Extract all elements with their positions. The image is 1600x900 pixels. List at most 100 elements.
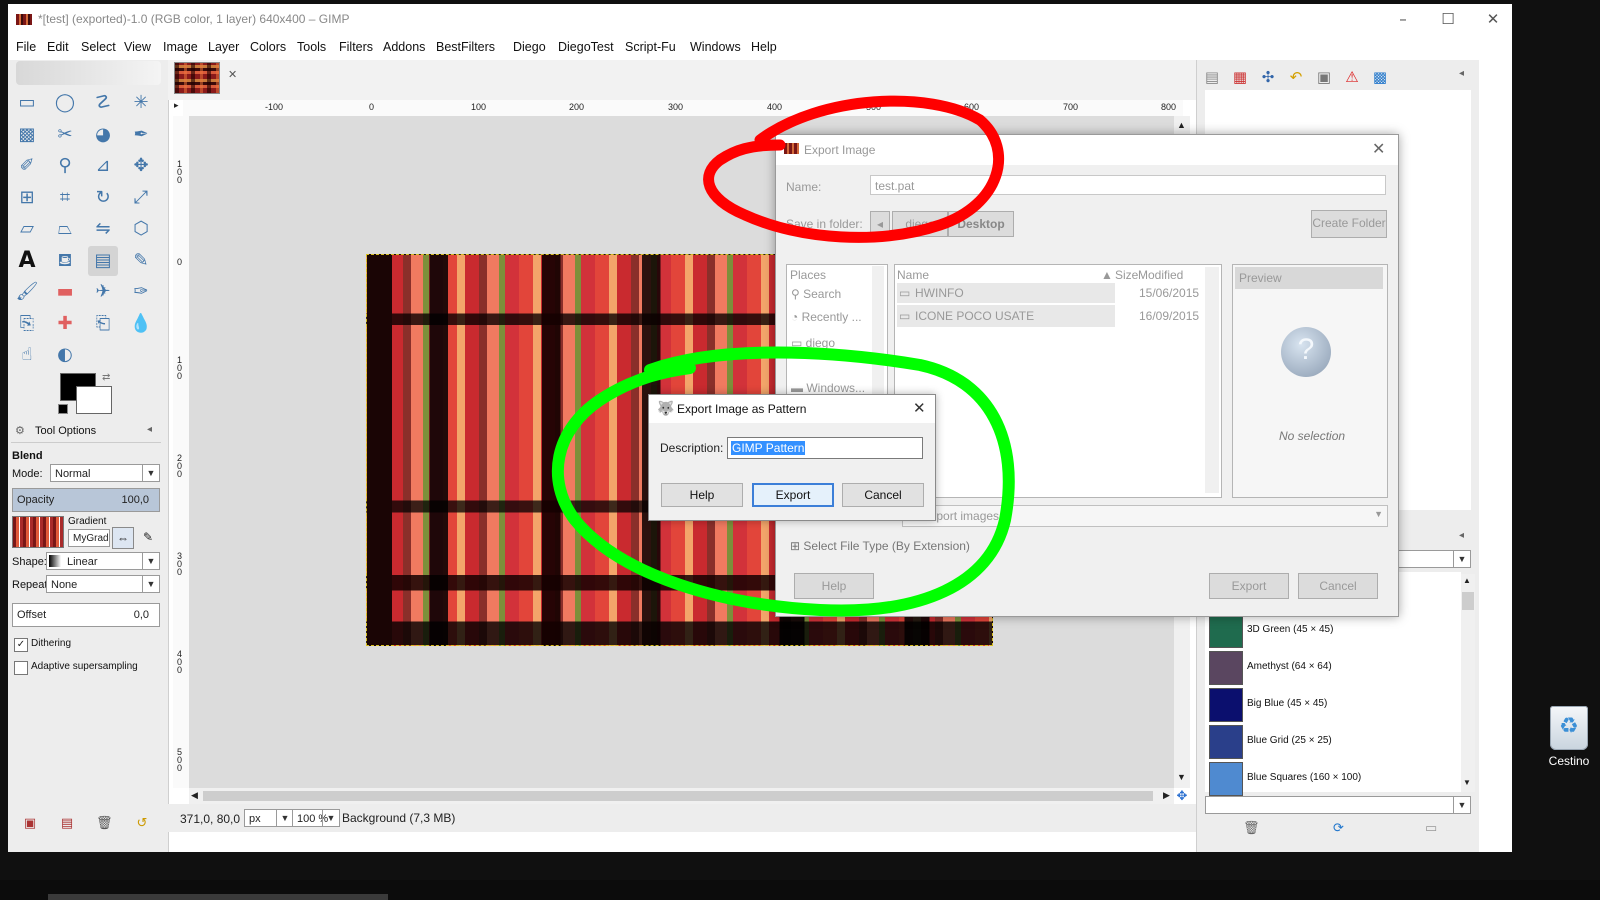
layers-tab-icon[interactable]: ▤	[1201, 66, 1223, 88]
flip-tool-icon[interactable]: ⇋	[88, 214, 118, 244]
undo-tab-icon[interactable]: ↶	[1285, 66, 1307, 88]
dock-menu-icon[interactable]: ◂	[1459, 68, 1464, 79]
path-button-desktop[interactable]: Desktop	[948, 211, 1014, 237]
column-name[interactable]: Name	[897, 268, 929, 282]
bucket-fill-tool-icon[interactable]: ⛾	[50, 246, 80, 276]
minimize-icon[interactable]: –	[1388, 10, 1418, 28]
foreground-select-tool-icon[interactable]: ◕	[88, 120, 118, 150]
column-size[interactable]: Size	[1115, 268, 1138, 282]
export-help-button[interactable]: Help	[794, 573, 874, 599]
description-input[interactable]: GIMP Pattern	[727, 437, 923, 459]
save-options-icon[interactable]: ▣	[22, 816, 38, 832]
scroll-down-icon[interactable]: ▼	[1463, 778, 1471, 787]
fuzzy-select-tool-icon[interactable]: ✳	[126, 88, 156, 118]
file-row[interactable]: ▭ ICONE POCO USATE	[897, 305, 1115, 327]
file-filter-dropdown[interactable]: All export images ▼	[902, 505, 1388, 527]
repeat-dropdown[interactable]: None ▼	[46, 575, 160, 593]
select-by-color-tool-icon[interactable]: ▩	[12, 120, 42, 150]
reverse-gradient-icon[interactable]: ⇔	[112, 527, 134, 549]
refresh-icon[interactable]: ⟳	[1333, 820, 1344, 836]
canvas-horizontal-scrollbar[interactable]: ◀ ▶	[189, 788, 1174, 804]
column-modified[interactable]: Modified	[1138, 268, 1183, 282]
images-tab-icon[interactable]: ▩	[1369, 66, 1391, 88]
scroll-thumb[interactable]	[1462, 592, 1474, 610]
cage-tool-icon[interactable]: ⬡	[126, 214, 156, 244]
menu-view[interactable]: View	[124, 40, 151, 54]
shear-tool-icon[interactable]: ▱	[12, 214, 42, 244]
path-button-diego[interactable]: diego	[892, 211, 948, 237]
text-tool-icon[interactable]: A	[12, 246, 42, 276]
path-back-button[interactable]: ◂	[870, 211, 890, 237]
preview-header[interactable]: Preview	[1235, 267, 1383, 289]
align-tool-icon[interactable]: ⊞	[12, 183, 42, 213]
places-recent[interactable]: ◔ Recently ...	[791, 310, 862, 324]
file-type-expander[interactable]: ⊞ Select File Type (By Extension)	[790, 539, 970, 553]
scroll-left-icon[interactable]: ◀	[191, 790, 198, 801]
pattern-item[interactable]: Blue Grid (25 × 25)	[1209, 725, 1475, 759]
dithering-checkbox[interactable]: ✓	[14, 638, 28, 652]
pattern-item[interactable]: 3D Green (45 × 45)	[1209, 614, 1475, 648]
navigate-icon[interactable]: ✥	[1174, 788, 1190, 804]
quick-mask-corner-icon[interactable]: ▸	[174, 100, 183, 116]
filename-input[interactable]: test.pat	[870, 175, 1386, 195]
scroll-down-icon[interactable]: ▼	[1177, 772, 1186, 782]
channels-tab-icon[interactable]: ▦	[1229, 66, 1251, 88]
pattern-help-button[interactable]: Help	[661, 483, 743, 507]
menu-diegotest[interactable]: DiegoTest	[558, 40, 614, 54]
places-header[interactable]: Places	[790, 268, 826, 282]
paintbrush-tool-icon[interactable]: 🖌	[12, 277, 42, 307]
perspective-clone-tool-icon[interactable]: ⎗	[88, 309, 118, 339]
pencil-tool-icon[interactable]: ✎	[126, 246, 156, 276]
scroll-thumb[interactable]	[203, 791, 1153, 801]
file-row[interactable]: ▭ HWINFO	[897, 283, 1115, 303]
blur-tool-icon[interactable]: 💧	[126, 309, 156, 339]
scale-tool-icon[interactable]: ⤢	[126, 183, 156, 213]
blend-tool-icon[interactable]: ▤	[88, 245, 118, 276]
menu-select[interactable]: Select	[81, 40, 116, 54]
measure-tool-icon[interactable]: ⊿	[88, 151, 118, 181]
reset-options-icon[interactable]: ↺	[134, 816, 150, 832]
eraser-tool-icon[interactable]: ▬	[50, 277, 80, 307]
offset-slider[interactable]: Offset 0,0	[12, 603, 160, 627]
close-tab-icon[interactable]: ✕	[228, 68, 237, 81]
file-list-scrollbar[interactable]	[1205, 267, 1219, 493]
pattern-scrollbar[interactable]: ▲ ▼	[1461, 574, 1475, 792]
background-color-swatch[interactable]	[76, 386, 112, 414]
error-console-tab-icon[interactable]: ⚠	[1341, 66, 1363, 88]
menu-diego[interactable]: Diego	[513, 40, 546, 54]
places-windows[interactable]: ▬ Windows...	[791, 381, 865, 395]
clone-tool-icon[interactable]: ⎘	[12, 309, 42, 339]
paths-tool-icon[interactable]: ✒	[126, 120, 156, 150]
menu-windows[interactable]: Windows	[690, 40, 741, 54]
rotate-tool-icon[interactable]: ↻	[88, 183, 118, 213]
scissors-tool-icon[interactable]: ✂	[50, 120, 80, 150]
menu-script-fu[interactable]: Script-Fu	[625, 40, 676, 54]
delete-options-icon[interactable]: 🗑	[96, 816, 113, 832]
pattern-item[interactable]: Blue Squares (160 × 100)	[1209, 762, 1475, 796]
menu-addons[interactable]: Addons	[383, 40, 425, 54]
move-tool-icon[interactable]: ✥	[126, 151, 156, 181]
default-colors-icon[interactable]	[58, 404, 68, 414]
close-icon[interactable]: ✕	[1478, 10, 1508, 28]
ellipse-select-tool-icon[interactable]: ◯	[50, 88, 80, 118]
heal-tool-icon[interactable]: ✚	[50, 309, 80, 339]
maximize-icon[interactable]: ☐	[1433, 10, 1463, 28]
toolbox-drop-area[interactable]	[16, 61, 161, 85]
mode-dropdown[interactable]: Normal ▼	[50, 464, 160, 482]
menu-edit[interactable]: Edit	[47, 40, 69, 54]
unit-dropdown[interactable]: px ▼	[244, 809, 294, 827]
pointer-tab-icon[interactable]: ▣	[1313, 66, 1335, 88]
menu-colors[interactable]: Colors	[250, 40, 286, 54]
export-cancel-button[interactable]: Cancel	[1298, 573, 1378, 599]
scroll-right-icon[interactable]: ▶	[1163, 790, 1170, 801]
edit-gradient-icon[interactable]: ✎	[138, 527, 158, 547]
smudge-tool-icon[interactable]: ☝	[12, 340, 42, 370]
pattern-cancel-button[interactable]: Cancel	[842, 483, 924, 507]
menu-layer[interactable]: Layer	[208, 40, 239, 54]
places-search[interactable]: ⚲ Search	[791, 287, 841, 301]
pattern-item[interactable]: Amethyst (64 × 64)	[1209, 651, 1475, 685]
swap-colors-icon[interactable]: ⇄	[102, 372, 110, 383]
airbrush-tool-icon[interactable]: ✈	[88, 277, 118, 307]
rect-select-tool-icon[interactable]: ▭	[12, 88, 42, 118]
perspective-tool-icon[interactable]: ⏢	[50, 214, 80, 244]
